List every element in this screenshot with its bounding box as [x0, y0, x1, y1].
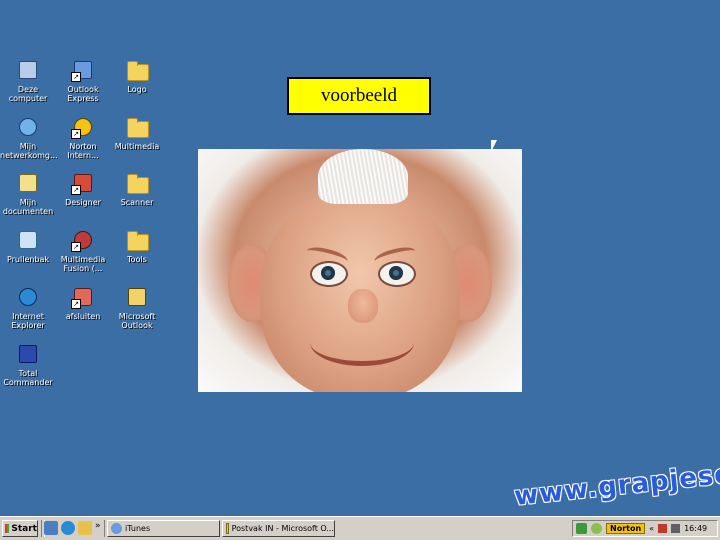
shutdown-icon: ↗: [71, 285, 95, 309]
task-label: iTunes: [125, 524, 151, 533]
my-documents-icon: [16, 171, 40, 195]
taskbar: Start » iTunes Postvak IN - Microsoft O.…: [0, 516, 720, 540]
desktop-icon-label: afsluiten: [65, 312, 101, 321]
clock: 16:49: [684, 524, 708, 533]
network-icon: [16, 115, 40, 139]
callout-box: voorbeeld: [287, 77, 431, 115]
multimedia-fusion-icon: ↗: [71, 228, 95, 252]
icon-shape: [19, 231, 37, 249]
desktop-icon[interactable]: Microsoft Outlook: [109, 285, 165, 330]
desktop-icon-label: Mijn netwerkomg...: [0, 142, 58, 160]
task-label: Postvak IN - Microsoft O...: [231, 524, 334, 533]
desktop-icon[interactable]: Deze computer: [0, 58, 56, 103]
desktop-icon-label: Multimedia: [114, 142, 160, 151]
folder-shape: [127, 118, 149, 138]
desktop-icon-label: Mijn documenten: [2, 198, 54, 216]
task-outlook[interactable]: Postvak IN - Microsoft O...: [222, 520, 335, 537]
mouth: [310, 319, 414, 366]
desktop-icon[interactable]: Prullenbak: [0, 228, 56, 264]
folder-shape: [127, 61, 149, 81]
tray-app-icon[interactable]: [591, 523, 602, 534]
shortcut-arrow-icon: ↗: [71, 185, 81, 195]
desktop-icon-label: Internet Explorer: [11, 312, 45, 330]
desktop-icon-label: Designer: [65, 198, 101, 207]
desktop-icon[interactable]: Mijn documenten: [0, 171, 56, 216]
folder-icon: [125, 115, 149, 139]
desktop-icon-label: Multimedia Fusion (...: [60, 255, 106, 273]
desktop-quicklaunch-icon[interactable]: [44, 521, 58, 535]
left-eye: [310, 261, 348, 287]
desktop: Deze computer ↗ Outlook Express Logo Mijn ne…: [0, 0, 720, 516]
computer-icon: [16, 58, 40, 82]
desktop-icon-label: Deze computer: [8, 85, 48, 103]
folder-icon: [125, 58, 149, 82]
folder-shape: [127, 231, 149, 251]
task-itunes[interactable]: iTunes: [107, 520, 220, 537]
designer-icon: ↗: [71, 171, 95, 195]
desktop-icon[interactable]: Logo: [109, 58, 165, 94]
icon-shape: [19, 61, 37, 79]
desktop-icon[interactable]: Mijn netwerkomg...: [0, 115, 58, 160]
right-eye: [378, 261, 416, 287]
desktop-icon-label: Outlook Express: [67, 85, 99, 103]
desktop-icon[interactable]: ↗ Outlook Express: [55, 58, 111, 103]
desktop-icon-label: Logo: [127, 85, 147, 94]
system-tray: Norton « 16:49: [572, 520, 718, 537]
outlook-quicklaunch-icon[interactable]: [78, 521, 92, 535]
volume-icon[interactable]: [671, 524, 681, 533]
tray-app-icon[interactable]: [576, 523, 587, 534]
windows-logo-icon: [5, 524, 10, 533]
hair: [318, 149, 408, 204]
desktop-icon[interactable]: ↗ Designer: [55, 171, 111, 207]
desktop-icon[interactable]: ↗ Multimedia Fusion (...: [55, 228, 111, 273]
tray-expand-button[interactable]: «: [649, 524, 654, 533]
microsoft-outlook-icon: [125, 285, 149, 309]
quicklaunch-more-button[interactable]: »: [95, 521, 101, 531]
desktop-icon[interactable]: Internet Explorer: [0, 285, 56, 330]
internet-explorer-icon: [16, 285, 40, 309]
start-label: Start: [11, 523, 37, 534]
callout-text: voorbeeld: [321, 85, 397, 106]
desktop-icon-label: Prullenbak: [6, 255, 50, 264]
recycle-bin-icon: [16, 228, 40, 252]
nose: [348, 289, 378, 323]
desktop-icon[interactable]: Total Commander: [0, 342, 56, 387]
folder-shape: [127, 174, 149, 194]
shortcut-arrow-icon: ↗: [71, 242, 81, 252]
desktop-icon[interactable]: ↗ Norton Intern...: [55, 115, 111, 160]
shortcut-arrow-icon: ↗: [71, 299, 81, 309]
mouse-cursor-icon: [491, 140, 497, 152]
norton-icon: ↗: [71, 115, 95, 139]
tray-alert-icon[interactable]: [658, 524, 668, 533]
folder-icon: [125, 171, 149, 195]
outlook-express-icon: ↗: [71, 58, 95, 82]
shortcut-arrow-icon: ↗: [71, 72, 81, 82]
desktop-icon[interactable]: ↗ afsluiten: [55, 285, 111, 321]
icon-shape: [19, 118, 37, 136]
desktop-icon-label: Total Commander: [3, 369, 53, 387]
desktop-icon-label: Microsoft Outlook: [118, 312, 156, 330]
desktop-icon[interactable]: Scanner: [109, 171, 165, 207]
norton-tray-icon[interactable]: Norton: [606, 523, 646, 534]
shortcut-arrow-icon: ↗: [71, 129, 81, 139]
ie-quicklaunch-icon[interactable]: [61, 521, 75, 535]
watermark: www.grapjesco.nl: [512, 453, 720, 512]
icon-shape: [19, 288, 37, 306]
icon-shape: [19, 174, 37, 192]
desktop-icon-label: Tools: [127, 255, 147, 264]
folder-icon: [125, 228, 149, 252]
total-commander-icon: [16, 342, 40, 366]
icon-shape: [128, 288, 146, 306]
icon-shape: [19, 345, 37, 363]
desktop-icon-label: Norton Intern...: [67, 142, 99, 160]
start-button[interactable]: Start: [2, 520, 38, 537]
desktop-icon[interactable]: Multimedia: [109, 115, 165, 151]
baby-face-photo: [198, 149, 522, 392]
desktop-icon-label: Scanner: [120, 198, 154, 207]
desktop-icon[interactable]: Tools: [109, 228, 165, 264]
itunes-icon: [111, 523, 122, 534]
outlook-icon: [226, 523, 229, 534]
